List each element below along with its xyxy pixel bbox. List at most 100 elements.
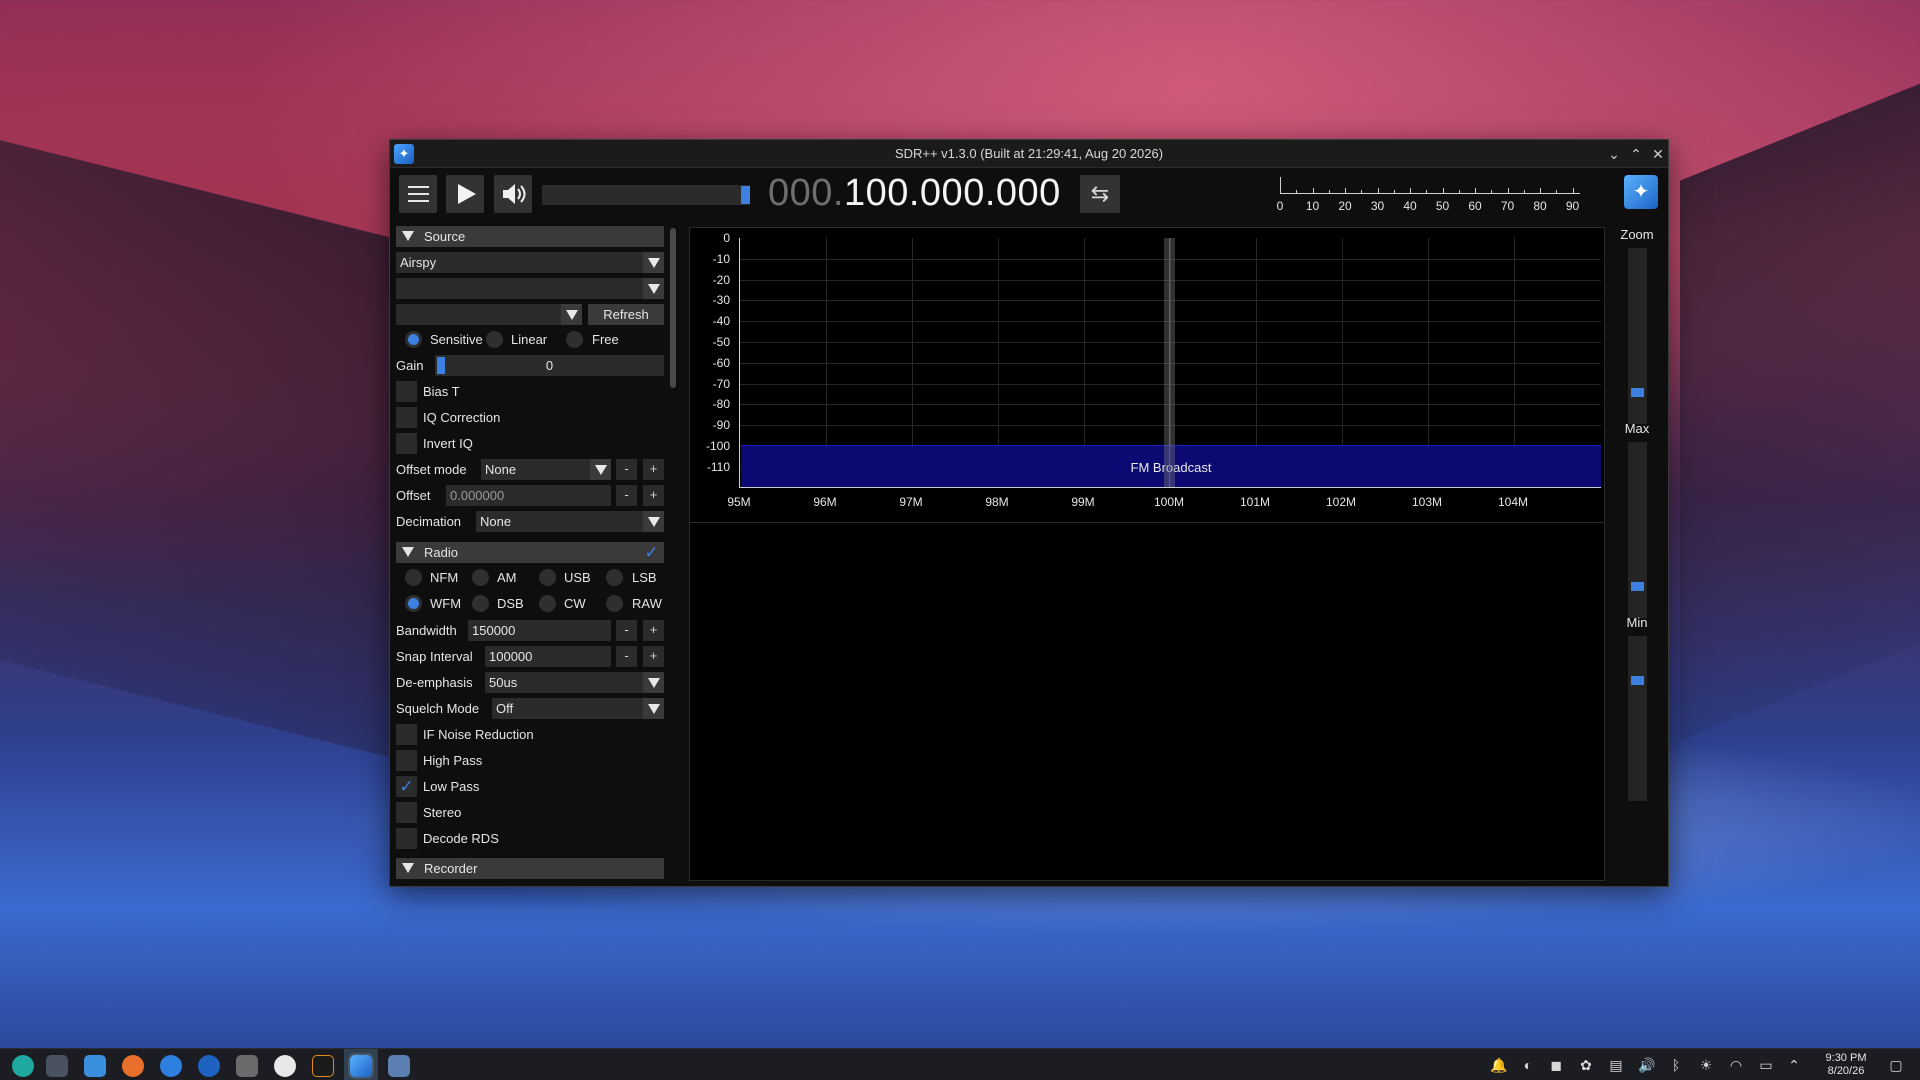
mode-nfm-radio[interactable] <box>405 569 422 586</box>
min-slider-grab[interactable] <box>1631 676 1644 685</box>
frequency-digits[interactable]: 100.000.000 <box>844 172 1061 214</box>
high-pass-checkbox[interactable] <box>396 750 417 771</box>
decode-rds-checkbox[interactable] <box>396 828 417 849</box>
decimation-select[interactable]: None <box>476 511 664 532</box>
chevron-down-icon[interactable] <box>643 278 664 299</box>
waterfall-separator[interactable] <box>690 522 1604 523</box>
panel-scrollbar[interactable] <box>670 228 676 388</box>
refresh-button[interactable]: Refresh <box>588 304 664 325</box>
tray-app-icon[interactable]: ✿ <box>1578 1057 1594 1073</box>
mode-usb-radio[interactable] <box>539 569 556 586</box>
max-slider-grab[interactable] <box>1631 582 1644 591</box>
clipboard-icon[interactable]: ▤ <box>1608 1057 1624 1073</box>
chevron-down-icon[interactable] <box>643 698 664 719</box>
offset-mode-minus-button[interactable]: - <box>616 459 637 480</box>
snap-interval-input[interactable]: 100000 <box>485 646 611 667</box>
vfo-marker[interactable] <box>1164 238 1175 487</box>
recorder-header-label: Recorder <box>424 861 478 876</box>
snap-plus-button[interactable]: + <box>643 646 664 667</box>
source-header[interactable]: Source <box>396 226 664 247</box>
volume-slider[interactable] <box>542 185 750 205</box>
zoom-slider-grab[interactable] <box>1631 388 1644 397</box>
sdrpp-logo-icon[interactable]: ✦ <box>1624 175 1658 209</box>
close-icon[interactable]: ✕ <box>1648 144 1668 164</box>
fft-plot[interactable]: FM Broadcast <box>739 238 1601 488</box>
iq-correction-checkbox[interactable] <box>396 407 417 428</box>
terminal-icon[interactable] <box>312 1055 334 1077</box>
volume-slider-grab[interactable] <box>741 186 750 204</box>
samplerate-select[interactable] <box>396 304 582 325</box>
show-desktop-icon[interactable]: ▢ <box>1888 1057 1904 1073</box>
source-device-select[interactable]: Airspy <box>396 252 664 273</box>
mode-lsb-radio[interactable] <box>606 569 623 586</box>
tray-app-icon[interactable]: ◼ <box>1548 1057 1564 1073</box>
chevron-down-icon[interactable] <box>590 459 611 480</box>
offset-mode-select[interactable]: None <box>481 459 611 480</box>
radio-enable-checkmark-icon[interactable]: ✓ <box>641 542 662 563</box>
window-switcher-icon[interactable] <box>388 1055 410 1077</box>
min-slider[interactable] <box>1628 636 1647 801</box>
maximize-icon[interactable]: ⌃ <box>1626 144 1646 164</box>
deemphasis-select[interactable]: 50us <box>485 672 664 693</box>
chevron-down-icon[interactable] <box>643 252 664 273</box>
offset-plus-button[interactable]: + <box>643 485 664 506</box>
offset-mode-plus-button[interactable]: + <box>643 459 664 480</box>
system-clock[interactable]: 9:30 PM 8/20/26 <box>1810 1052 1882 1078</box>
gain-mode-free-radio[interactable] <box>566 331 583 348</box>
offset-input[interactable]: 0.000000 <box>446 485 611 506</box>
update-icon[interactable]: ◐ <box>1520 1057 1536 1073</box>
menu-button[interactable] <box>399 175 437 213</box>
spectrum-view[interactable]: FM Broadcast 0 -10 -20 -30 -40 -50 -60 -70 -80 -9… <box>689 227 1605 881</box>
source-serial-select[interactable] <box>396 278 664 299</box>
low-pass-checkbox[interactable]: ✓ <box>396 776 417 797</box>
mode-raw-radio[interactable] <box>606 595 623 612</box>
notifications-icon[interactable]: 🔔 <box>1490 1057 1507 1073</box>
chevron-down-icon[interactable] <box>561 304 582 325</box>
bandwidth-minus-button[interactable]: - <box>616 620 637 641</box>
recorder-header[interactable]: Recorder <box>396 858 664 879</box>
title-bar[interactable]: ✦ SDR++ v1.3.0 (Built at 21:29:41, Aug 2… <box>390 140 1668 168</box>
app-launcher-icon[interactable] <box>12 1055 34 1077</box>
mode-am-radio[interactable] <box>472 569 489 586</box>
chevron-down-icon[interactable] <box>643 672 664 693</box>
gain-slider[interactable]: 0 <box>435 355 664 376</box>
battery-icon[interactable]: ▭ <box>1758 1057 1774 1073</box>
squelch-mode-select[interactable]: Off <box>492 698 664 719</box>
zoom-slider[interactable] <box>1628 248 1647 424</box>
sdrpp-taskbar-icon[interactable] <box>350 1055 372 1077</box>
firefox-icon[interactable] <box>122 1055 144 1077</box>
browser-icon[interactable] <box>160 1055 182 1077</box>
gain-mode-linear-radio[interactable] <box>486 331 503 348</box>
radio-header[interactable]: Radio ✓ <box>396 542 664 563</box>
minimize-icon[interactable]: ⌄ <box>1604 144 1624 164</box>
mode-wfm-radio[interactable] <box>405 595 422 612</box>
app-icon[interactable] <box>236 1055 258 1077</box>
max-slider[interactable] <box>1628 442 1647 618</box>
bandwidth-plus-button[interactable]: + <box>643 620 664 641</box>
brightness-icon[interactable]: ☀ <box>1698 1057 1714 1073</box>
play-button[interactable] <box>446 175 484 213</box>
chevron-down-icon[interactable] <box>643 511 664 532</box>
invert-iq-checkbox[interactable] <box>396 433 417 454</box>
file-manager-icon[interactable] <box>84 1055 106 1077</box>
if-noise-reduction-checkbox[interactable] <box>396 724 417 745</box>
tray-expand-icon[interactable]: ⌃ <box>1786 1057 1802 1073</box>
snap-minus-button[interactable]: - <box>616 646 637 667</box>
mode-dsb-radio[interactable] <box>472 595 489 612</box>
bluetooth-icon[interactable]: ᛒ <box>1668 1057 1684 1073</box>
frequency-display[interactable]: 000.100.000.000 <box>768 172 1061 215</box>
bias-t-checkbox[interactable] <box>396 381 417 402</box>
volume-icon[interactable]: 🔊 <box>1638 1057 1655 1073</box>
mute-button[interactable] <box>494 175 532 213</box>
mode-cw-radio[interactable] <box>539 595 556 612</box>
stereo-checkbox[interactable] <box>396 802 417 823</box>
chromium-icon[interactable] <box>198 1055 220 1077</box>
wifi-icon[interactable]: ◠ <box>1728 1057 1744 1073</box>
offset-minus-button[interactable]: - <box>616 485 637 506</box>
frequency-leading-digits[interactable]: 000. <box>768 172 844 214</box>
gain-mode-sensitive-radio[interactable] <box>405 331 422 348</box>
app-icon[interactable] <box>274 1055 296 1077</box>
task-manager-icon[interactable] <box>46 1055 68 1077</box>
swap-arrows-icon[interactable]: ⇆ <box>1080 175 1120 213</box>
bandwidth-input[interactable]: 150000 <box>468 620 611 641</box>
